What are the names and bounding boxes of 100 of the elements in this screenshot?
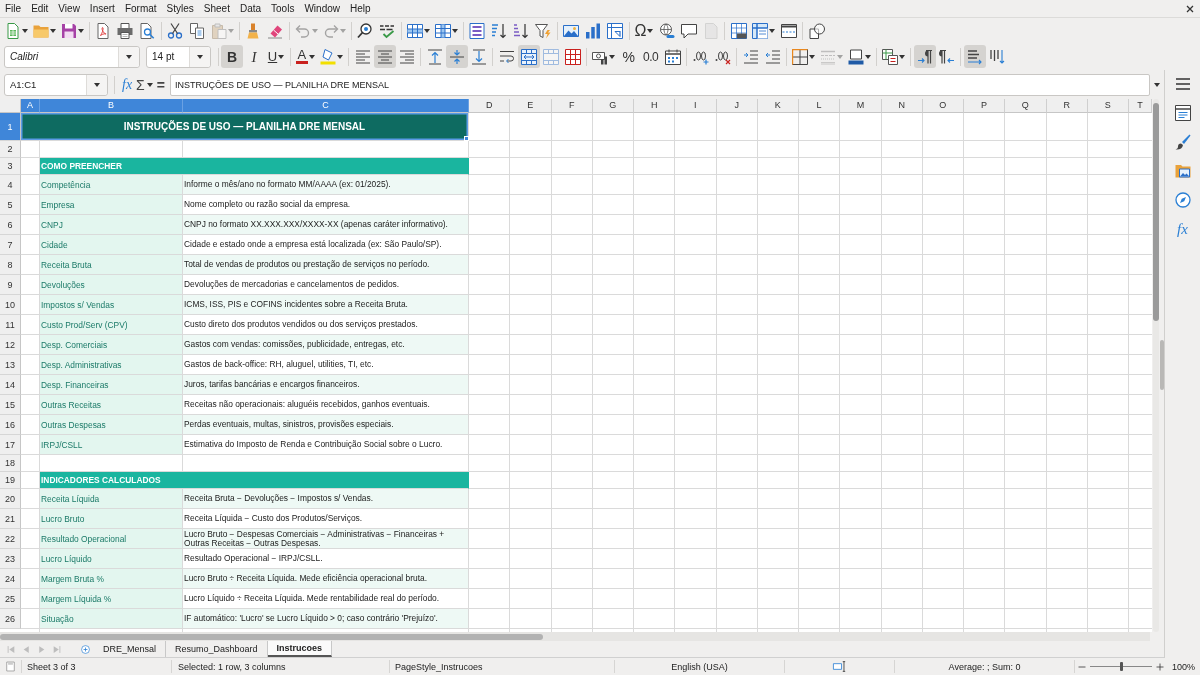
function-wizard-button[interactable]: fx bbox=[120, 74, 135, 95]
sheet-tab[interactable]: Resumo_Dashboard bbox=[166, 641, 268, 657]
row-header[interactable]: 6 bbox=[0, 215, 21, 235]
row-header[interactable]: 19 bbox=[0, 472, 21, 489]
formula-input[interactable]: INSTRUÇÕES DE USO — PLANILHA DRE MENSAL bbox=[169, 73, 1150, 96]
menu-item[interactable]: Insert bbox=[84, 1, 120, 16]
name-box[interactable]: A1:C1 bbox=[4, 73, 108, 96]
font-name-field[interactable]: Calibri bbox=[4, 45, 140, 68]
font-color-button[interactable]: A bbox=[293, 45, 318, 68]
menu-item[interactable]: Edit bbox=[26, 1, 54, 16]
row-header[interactable]: 15 bbox=[0, 395, 21, 415]
column-header[interactable]: F bbox=[551, 99, 593, 113]
column-header[interactable]: Q bbox=[1005, 99, 1047, 113]
align-center-icon bbox=[376, 48, 393, 65]
column-header[interactable]: T bbox=[1129, 99, 1152, 113]
menu-item[interactable]: Sheet bbox=[198, 1, 235, 16]
caret-icon bbox=[21, 28, 28, 33]
close-document-button[interactable] bbox=[1186, 4, 1194, 13]
sheet-tab[interactable]: DRE_Mensal bbox=[94, 641, 167, 657]
row-header[interactable]: 22 bbox=[0, 529, 21, 549]
menu-item[interactable]: Styles bbox=[161, 1, 199, 16]
menu-item[interactable]: File bbox=[0, 1, 27, 16]
row-header[interactable]: 12 bbox=[0, 335, 21, 355]
row-header[interactable]: 11 bbox=[0, 315, 21, 335]
align-bottom-icon bbox=[470, 48, 487, 65]
row-header[interactable]: 20 bbox=[0, 489, 21, 509]
column-header[interactable]: J bbox=[716, 99, 758, 113]
special-character-button[interactable]: Ω bbox=[632, 19, 656, 42]
column-header[interactable]: L bbox=[799, 99, 841, 113]
row-header[interactable]: 26 bbox=[0, 609, 21, 629]
menu-item[interactable]: Help bbox=[345, 1, 376, 16]
row-header[interactable]: 9 bbox=[0, 275, 21, 295]
add-sheet-button[interactable] bbox=[78, 642, 92, 656]
column-header[interactable]: O bbox=[922, 99, 964, 113]
italic-button[interactable]: I bbox=[243, 45, 265, 68]
menu-item[interactable]: Format bbox=[119, 1, 162, 16]
dropdown-button[interactable] bbox=[118, 46, 139, 67]
column-header[interactable]: K bbox=[757, 99, 799, 113]
align-middle-button[interactable] bbox=[445, 45, 468, 68]
zoom-percentage[interactable]: 100% bbox=[1172, 661, 1196, 672]
dropdown-button[interactable] bbox=[86, 74, 107, 95]
dropdown-button[interactable] bbox=[189, 46, 210, 67]
formula-button[interactable]: = bbox=[154, 74, 167, 95]
selection-mode-icon[interactable] bbox=[831, 660, 848, 673]
column-header[interactable]: E bbox=[510, 99, 552, 113]
clipboard-icon bbox=[210, 22, 227, 39]
row-header[interactable]: 5 bbox=[0, 195, 21, 215]
column-header[interactable]: C bbox=[183, 99, 469, 113]
row-header[interactable]: 21 bbox=[0, 509, 21, 529]
column-header[interactable]: D bbox=[469, 99, 511, 113]
column-header[interactable]: A bbox=[21, 99, 40, 113]
functions-button[interactable]: fx bbox=[1171, 218, 1194, 240]
sidebar-handle[interactable] bbox=[1160, 340, 1164, 390]
column-header[interactable]: P bbox=[964, 99, 1006, 113]
number-format-button[interactable]: 0.0 bbox=[639, 45, 662, 68]
left-to-right-button[interactable] bbox=[913, 45, 936, 68]
text-horizontal-button[interactable] bbox=[963, 45, 986, 68]
merge-and-center-button[interactable] bbox=[517, 45, 540, 68]
row-header[interactable]: 7 bbox=[0, 235, 21, 255]
column-header[interactable]: M bbox=[840, 99, 882, 113]
scrollbar-thumb[interactable] bbox=[0, 633, 543, 640]
row-header[interactable]: 4 bbox=[0, 175, 21, 195]
row-header[interactable]: 8 bbox=[0, 255, 21, 275]
column-header[interactable]: R bbox=[1046, 99, 1088, 113]
menu-item[interactable]: Data bbox=[234, 1, 267, 16]
menu-item[interactable]: Window bbox=[299, 1, 345, 16]
column-header[interactable]: N bbox=[881, 99, 923, 113]
scrollbar-thumb[interactable] bbox=[1153, 103, 1159, 321]
row-header[interactable]: 14 bbox=[0, 375, 21, 395]
menu-item[interactable]: Tools bbox=[266, 1, 300, 16]
language[interactable]: English (USA) bbox=[671, 661, 728, 672]
percent-format-button[interactable]: % bbox=[617, 45, 640, 68]
document-icon bbox=[5, 661, 16, 672]
column-header[interactable]: H bbox=[634, 99, 676, 113]
row-header[interactable]: 1 bbox=[0, 113, 21, 141]
row-header[interactable]: 10 bbox=[0, 295, 21, 315]
vertical-scrollbar[interactable] bbox=[1153, 99, 1159, 632]
row-header[interactable]: 23 bbox=[0, 549, 21, 569]
row-header[interactable]: 2 bbox=[0, 141, 21, 158]
row-header[interactable]: 3 bbox=[0, 158, 21, 175]
row-header[interactable]: 25 bbox=[0, 589, 21, 609]
sum-button[interactable]: Σ bbox=[134, 74, 155, 95]
row-header[interactable]: 13 bbox=[0, 355, 21, 375]
row-header[interactable]: 16 bbox=[0, 415, 21, 435]
menu-item[interactable]: View bbox=[53, 1, 85, 16]
fill-handle[interactable] bbox=[464, 136, 469, 141]
font-size-field[interactable]: 14 pt bbox=[146, 45, 211, 68]
column-header[interactable]: I bbox=[675, 99, 717, 113]
horizontal-scrollbar[interactable] bbox=[0, 632, 1150, 641]
row-header[interactable]: 24 bbox=[0, 569, 21, 589]
sheet-tab[interactable]: Instrucoes bbox=[267, 641, 333, 657]
triangle-left-icon bbox=[22, 644, 31, 654]
underline-button[interactable]: U bbox=[265, 45, 287, 68]
column-header[interactable]: S bbox=[1087, 99, 1129, 113]
bold-button[interactable]: B bbox=[221, 45, 243, 68]
zoom-slider-thumb[interactable] bbox=[1119, 662, 1123, 671]
row-header[interactable]: 17 bbox=[0, 435, 21, 455]
row-header[interactable]: 18 bbox=[0, 455, 21, 472]
column-header[interactable]: G bbox=[592, 99, 634, 113]
column-header[interactable]: B bbox=[40, 99, 183, 113]
